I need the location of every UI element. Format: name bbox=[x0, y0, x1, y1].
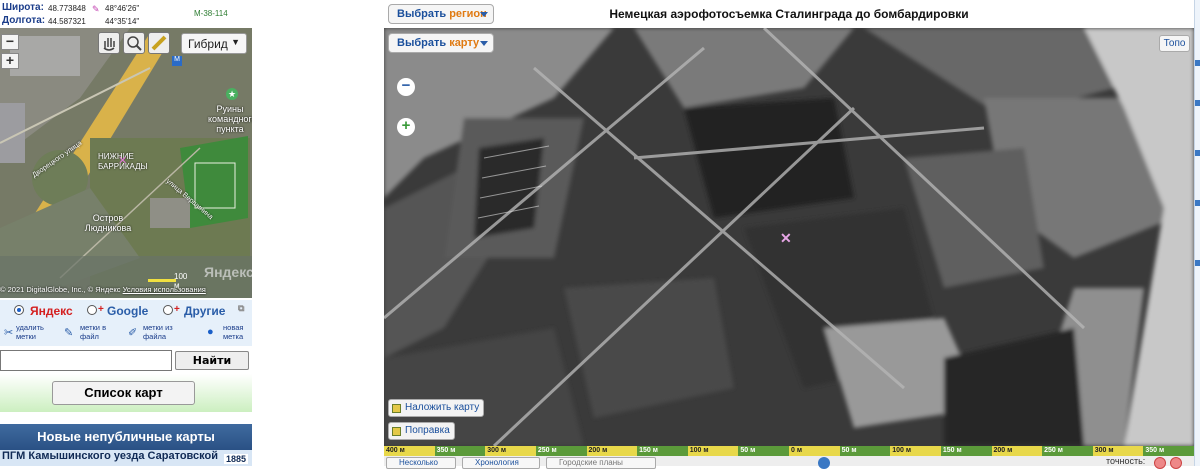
scale-segment: 150 м bbox=[637, 446, 688, 456]
radio-other[interactable] bbox=[163, 305, 173, 315]
ruler-icon[interactable] bbox=[148, 32, 170, 54]
overlay-map-button[interactable]: Наложить карту bbox=[388, 399, 485, 417]
search-row: Найти место bbox=[0, 350, 252, 384]
topo-button[interactable]: Топо bbox=[1159, 35, 1190, 52]
play-icon[interactable] bbox=[818, 457, 830, 469]
metro-icon: M bbox=[172, 56, 182, 66]
find-place-button[interactable]: Найти место bbox=[175, 351, 249, 384]
map-list-area: Список карт bbox=[0, 374, 252, 412]
chevron-down-icon: ▼ bbox=[231, 37, 240, 47]
location-marker-icon: ✕ bbox=[780, 230, 792, 246]
map-zoom-out-button[interactable]: − bbox=[397, 78, 415, 96]
scale-segment: 250 м bbox=[535, 446, 587, 456]
scale-segment: 0 м bbox=[789, 446, 840, 456]
scale-segment: 300 м bbox=[485, 446, 536, 456]
correction-button[interactable]: Поправка bbox=[388, 422, 455, 440]
latitude-dms: 48°46'26" bbox=[105, 4, 140, 13]
scale-segment: 200 м bbox=[991, 446, 1043, 456]
load-markers-label[interactable]: метки из файла bbox=[143, 323, 183, 341]
pencil-icon[interactable]: ✎ bbox=[92, 4, 100, 15]
scale-segment: 300 м bbox=[1092, 446, 1144, 456]
location-marker-icon: ✕ bbox=[118, 155, 128, 167]
load-markers-icon[interactable]: ✐ bbox=[128, 326, 137, 339]
coordinates-panel: Широта: 48.773848 ✎ 48°46'26" Долгота: 4… bbox=[0, 0, 252, 28]
layer-select-label: Гибрид bbox=[188, 37, 228, 51]
longitude-dms: 44°35'14" bbox=[105, 17, 140, 26]
plus-icon: + bbox=[98, 304, 104, 315]
magnifier-icon[interactable] bbox=[123, 32, 145, 54]
chronology-button[interactable]: Хронология bbox=[462, 457, 540, 469]
radio-yandex[interactable] bbox=[14, 305, 24, 315]
label-ruins: Руины командного пункта bbox=[208, 104, 252, 134]
scale-bar: 400 м 350 м 300 м 250 м 200 м 150 м 100 м 50 м0… bbox=[384, 446, 1194, 456]
yandex-watermark: Яндекс bbox=[204, 264, 252, 280]
new-map-item-year: 1885 bbox=[223, 454, 248, 464]
chevron-down-icon bbox=[480, 41, 488, 46]
scale-segment: 350 м bbox=[1143, 446, 1194, 456]
scale-segment: 100 м bbox=[687, 446, 739, 456]
map-list-button[interactable]: Список карт bbox=[52, 381, 195, 405]
latitude-label: Широта: bbox=[2, 2, 44, 13]
accuracy-icon bbox=[1170, 457, 1182, 469]
select-map-button[interactable]: Выбрать карту bbox=[388, 33, 494, 53]
new-marker-label[interactable]: новая метка bbox=[223, 323, 253, 341]
radio-google[interactable] bbox=[87, 305, 97, 315]
copyright: © 2021 DigitalGlobe, Inc., © Яндекс Усло… bbox=[0, 285, 206, 294]
aerial-photo-map[interactable]: Выбрать карту Топо − + ✕ Наложить карту … bbox=[384, 28, 1194, 446]
provider-selector: Яндекс + Google + Другие ⧉ bbox=[0, 300, 252, 320]
label-district: НИЖНИЕ БАРРИКАДЫ bbox=[98, 152, 148, 171]
provider-yandex-label[interactable]: Яндекс bbox=[30, 304, 73, 318]
city-plans-select[interactable]: Городские планы bbox=[546, 457, 656, 469]
save-markers-label[interactable]: метки в файл bbox=[80, 323, 120, 341]
longitude-label: Долгота: bbox=[2, 15, 46, 26]
star-icon[interactable]: ★ bbox=[226, 88, 238, 100]
satellite-minimap[interactable]: − + Гибрид ▼ M ★ Руины командного пункта… bbox=[0, 28, 252, 298]
scale-segment: 350 м bbox=[434, 446, 486, 456]
minimap-zoom-out-button[interactable]: − bbox=[1, 34, 19, 50]
minimap-scale: 100 м bbox=[148, 272, 187, 290]
right-scrollbar[interactable] bbox=[1194, 0, 1200, 466]
scale-segment: 400 м bbox=[384, 446, 435, 456]
accuracy-icon bbox=[1154, 457, 1166, 469]
delete-markers-label[interactable]: удалить метки bbox=[16, 323, 56, 341]
provider-other-label[interactable]: Другие bbox=[184, 304, 225, 318]
correction-icon bbox=[392, 427, 401, 436]
new-map-item[interactable]: ПГМ Камышинского уезда Саратовской 1885 bbox=[0, 450, 252, 466]
scale-segment: 200 м bbox=[586, 446, 638, 456]
scale-segment: 150 м bbox=[940, 446, 992, 456]
layer-select[interactable]: Гибрид ▼ bbox=[181, 33, 247, 54]
multiple-button[interactable]: Несколько bbox=[386, 457, 456, 469]
map-header: Выбрать регион Немецкая аэрофотосъемка С… bbox=[384, 0, 1194, 28]
accuracy-label: точность: bbox=[1106, 456, 1146, 466]
new-map-item-title: ПГМ Камышинского уезда Саратовской bbox=[2, 450, 218, 462]
minimap-zoom-in-button[interactable]: + bbox=[1, 53, 19, 69]
bottom-toolbar: Несколько Хронология Городские планы точ… bbox=[384, 456, 1200, 469]
new-marker-icon[interactable]: ● bbox=[207, 326, 214, 338]
plus-icon: + bbox=[174, 304, 180, 315]
hand-icon[interactable] bbox=[98, 32, 120, 54]
label-island: Остров Людникова bbox=[84, 213, 132, 233]
new-maps-header: Новые непубличные карты bbox=[0, 424, 252, 450]
scale-segment: 250 м bbox=[1042, 446, 1093, 456]
page-title: Немецкая аэрофотосъемка Сталинграда до б… bbox=[609, 7, 969, 21]
terms-link[interactable]: Условия использования bbox=[123, 285, 206, 294]
map-zoom-in-button[interactable]: + bbox=[397, 118, 415, 136]
overlay-icon bbox=[392, 404, 401, 413]
latitude-value: 48.773848 bbox=[48, 4, 86, 13]
delete-markers-icon[interactable]: ✂ bbox=[4, 326, 13, 339]
left-panel: Широта: 48.773848 ✎ 48°46'26" Долгота: 4… bbox=[0, 0, 252, 466]
save-markers-icon[interactable]: ✎ bbox=[64, 326, 73, 339]
scale-segment: 100 м bbox=[890, 446, 941, 456]
marker-tools: ✂ удалить метки ✎ метки в файл ✐ метки и… bbox=[0, 320, 252, 346]
longitude-value: 44.587321 bbox=[48, 17, 86, 26]
expand-icon[interactable]: ⧉ bbox=[238, 303, 244, 314]
search-input[interactable] bbox=[0, 350, 172, 371]
provider-google-label[interactable]: Google bbox=[107, 304, 148, 318]
scale-segment: 50 м bbox=[839, 446, 891, 456]
map-sheet-code: M-38-114 bbox=[194, 9, 228, 18]
scale-segment: 50 м bbox=[738, 446, 789, 456]
